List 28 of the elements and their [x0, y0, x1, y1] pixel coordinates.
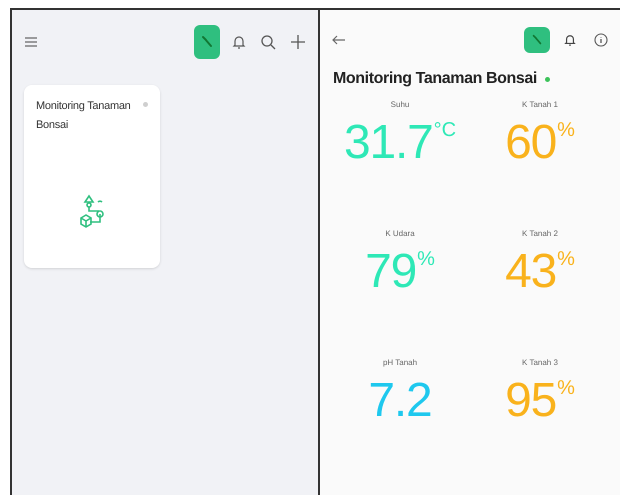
info-icon[interactable]: [594, 33, 608, 47]
unit-label: %: [417, 247, 435, 272]
back-arrow-icon[interactable]: [332, 35, 346, 45]
dashboard-card[interactable]: Monitoring Tanaman Bonsai: [24, 85, 160, 268]
widget-label: K Udara: [385, 228, 415, 240]
widget-value: 31.7: [344, 117, 433, 169]
widget-label: K Tanah 3: [522, 357, 558, 369]
add-icon[interactable]: [290, 34, 306, 50]
bell-icon[interactable]: [564, 33, 576, 47]
widget-label: K Tanah 1: [522, 99, 558, 111]
widget-label: K Tanah 2: [522, 228, 558, 240]
widget-value: 95: [505, 375, 556, 427]
widget-value: 79: [365, 246, 416, 298]
widget-label: Suhu: [390, 99, 410, 111]
widget-value: 7.2: [368, 375, 432, 427]
unit-label: %: [557, 376, 575, 401]
widget-value: 43: [505, 246, 556, 298]
dashboard-title: Monitoring Tanaman Bonsai: [333, 69, 537, 89]
widget-label: pH Tanah: [382, 357, 418, 369]
unit-label: °C: [434, 118, 456, 143]
unit-label: %: [557, 247, 575, 272]
menu-icon[interactable]: [24, 36, 38, 48]
bell-icon[interactable]: [232, 34, 246, 50]
device-network-icon: [78, 194, 106, 228]
card-title: Monitoring Tanaman Bonsai: [36, 99, 132, 133]
search-icon[interactable]: [260, 34, 276, 50]
widget-value: 60: [505, 117, 556, 169]
unit-label: %: [557, 118, 575, 143]
